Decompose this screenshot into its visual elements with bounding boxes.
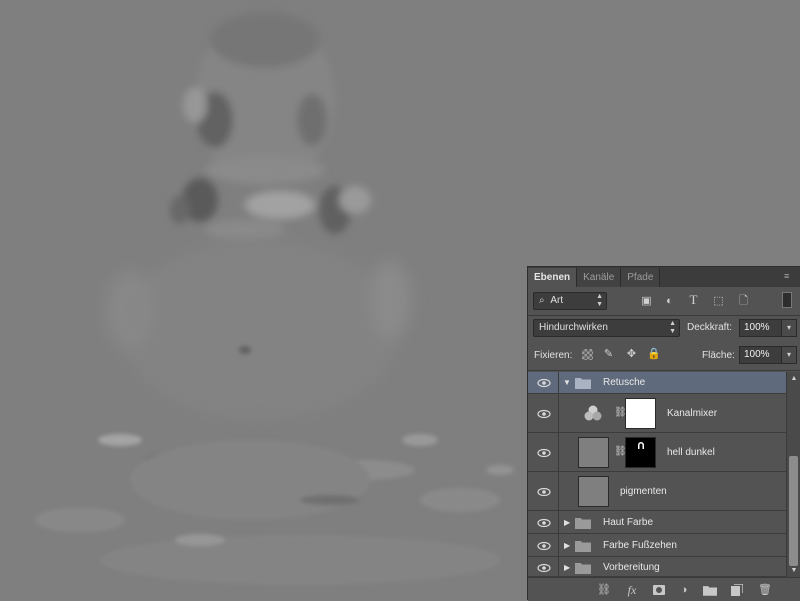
- expand-triangle-icon[interactable]: ▶: [564, 564, 572, 572]
- tab-channels[interactable]: Kanäle: [577, 268, 622, 287]
- divider: [558, 511, 559, 533]
- opacity-label: Deckkraft:: [687, 322, 733, 333]
- layer-thumbnail[interactable]: [578, 476, 609, 507]
- layer-row-pigmenten[interactable]: pigmenten: [528, 472, 786, 511]
- fx-icon[interactable]: fx: [623, 583, 641, 597]
- fill-input[interactable]: 100%: [739, 346, 782, 364]
- divider: [558, 534, 559, 556]
- visibility-eye-icon[interactable]: [537, 541, 551, 551]
- layer-row-vorbereitung[interactable]: ▶ Vorbereitung: [528, 557, 786, 577]
- mask-link-icon[interactable]: ⛓: [614, 446, 627, 458]
- search-icon: ⌕: [539, 295, 545, 306]
- collapse-triangle-icon[interactable]: ▼: [563, 379, 571, 387]
- visibility-eye-icon[interactable]: [537, 518, 551, 528]
- smartobject-filter-icon[interactable]: 🗋: [737, 295, 750, 307]
- updown-arrows-icon: ▲ ▼: [669, 320, 676, 335]
- layer-name: Haut Farbe: [603, 517, 654, 528]
- visibility-eye-icon[interactable]: [537, 409, 551, 419]
- layer-name: Retusche: [603, 377, 646, 388]
- layer-mask-thumbnail[interactable]: [625, 398, 656, 429]
- layers-scrollbar[interactable]: ▲ ▼: [786, 372, 800, 577]
- lock-image-icon[interactable]: ✎: [602, 348, 615, 360]
- opacity-slider-arrow-icon[interactable]: ▾: [781, 319, 797, 337]
- folder-icon: [575, 518, 591, 529]
- visibility-eye-icon[interactable]: [537, 563, 551, 573]
- opacity-input[interactable]: 100%: [739, 319, 782, 337]
- layer-row-retusche[interactable]: ▼ Retusche: [528, 372, 786, 394]
- layer-name: Vorbereitung: [603, 562, 660, 573]
- layer-name: hell dunkel: [667, 447, 715, 458]
- filter-kind-label: Art: [550, 295, 564, 306]
- layers-list: ▼ Retusche ⛓ Kanalmixer ⛓ hell dunkel pi…: [528, 372, 786, 577]
- scroll-up-icon[interactable]: ▲: [789, 375, 799, 383]
- expand-triangle-icon[interactable]: ▶: [564, 519, 572, 527]
- fill-slider-arrow-icon[interactable]: ▾: [781, 346, 797, 364]
- visibility-eye-icon[interactable]: [537, 448, 551, 458]
- folder-icon: [575, 541, 591, 552]
- lock-position-icon[interactable]: ✥: [625, 348, 638, 360]
- layer-thumbnail[interactable]: [578, 437, 609, 468]
- panel-footer: ⛓ fx ◑ 🗑: [528, 577, 800, 601]
- mask-shape-icon: [638, 442, 644, 449]
- filter-kind-select[interactable]: ⌕ Art ▲ ▼: [533, 292, 607, 310]
- scroll-down-icon[interactable]: ▼: [789, 567, 799, 575]
- layer-row-haut-farbe[interactable]: ▶ Haut Farbe: [528, 511, 786, 534]
- add-mask-icon[interactable]: [652, 583, 666, 597]
- divider: [558, 557, 559, 576]
- blend-mode-value: Hindurchwirken: [539, 322, 608, 333]
- divider: [558, 372, 559, 393]
- lock-transparent-icon[interactable]: [582, 349, 593, 360]
- tab-paths[interactable]: Pfade: [621, 268, 661, 287]
- link-layers-icon[interactable]: ⛓: [596, 583, 612, 597]
- new-adjustment-icon[interactable]: ◑: [676, 583, 692, 597]
- type-filter-icon[interactable]: T: [687, 293, 700, 306]
- divider: [528, 315, 800, 316]
- mask-link-icon[interactable]: ⛓: [614, 407, 627, 419]
- expand-triangle-icon[interactable]: ▶: [564, 542, 572, 550]
- layer-row-kanalmixer[interactable]: ⛓ Kanalmixer: [528, 394, 786, 433]
- layer-name: pigmenten: [620, 486, 667, 497]
- divider: [528, 370, 800, 371]
- folder-icon: [575, 378, 591, 389]
- updown-arrows-icon: ▲ ▼: [596, 293, 603, 308]
- scrollbar-thumb[interactable]: [789, 456, 798, 566]
- delete-layer-icon[interactable]: 🗑: [757, 583, 773, 597]
- panel-tabs: Ebenen Kanäle Pfade ≡: [528, 267, 800, 287]
- layer-name: Kanalmixer: [667, 408, 718, 419]
- layer-name: Farbe Fußzehen: [603, 540, 677, 551]
- new-group-icon[interactable]: [702, 583, 718, 597]
- layer-mask-thumbnail[interactable]: [625, 437, 656, 468]
- layer-row-farbe-fusszehen[interactable]: ▶ Farbe Fußzehen: [528, 534, 786, 557]
- visibility-eye-icon[interactable]: [537, 487, 551, 497]
- visibility-eye-icon[interactable]: [537, 378, 551, 388]
- layer-row-hell-dunkel[interactable]: ⛓ hell dunkel: [528, 433, 786, 472]
- new-layer-icon[interactable]: [729, 583, 745, 597]
- fill-label: Fläche:: [702, 350, 735, 361]
- lock-label: Fixieren:: [534, 350, 573, 361]
- divider: [558, 433, 559, 471]
- adjustment-filter-icon[interactable]: ◐: [663, 295, 676, 307]
- blend-mode-select[interactable]: Hindurchwirken ▲ ▼: [533, 319, 680, 337]
- divider: [558, 394, 559, 432]
- panel-menu-icon[interactable]: ≡: [784, 271, 796, 281]
- tab-layers[interactable]: Ebenen: [528, 268, 578, 287]
- layers-panel: Ebenen Kanäle Pfade ≡ ⌕ Art ▲ ▼ ▣ ◐ T ⬚ 🗋…: [527, 266, 800, 601]
- image-filter-icon[interactable]: ▣: [640, 295, 653, 307]
- shape-filter-icon[interactable]: ⬚: [712, 295, 725, 307]
- divider: [558, 472, 559, 510]
- channel-mixer-adjustment-icon: [584, 405, 602, 421]
- filter-toggle-icon[interactable]: [782, 292, 792, 308]
- lock-all-icon[interactable]: 🔒: [647, 348, 661, 360]
- folder-icon: [575, 563, 591, 574]
